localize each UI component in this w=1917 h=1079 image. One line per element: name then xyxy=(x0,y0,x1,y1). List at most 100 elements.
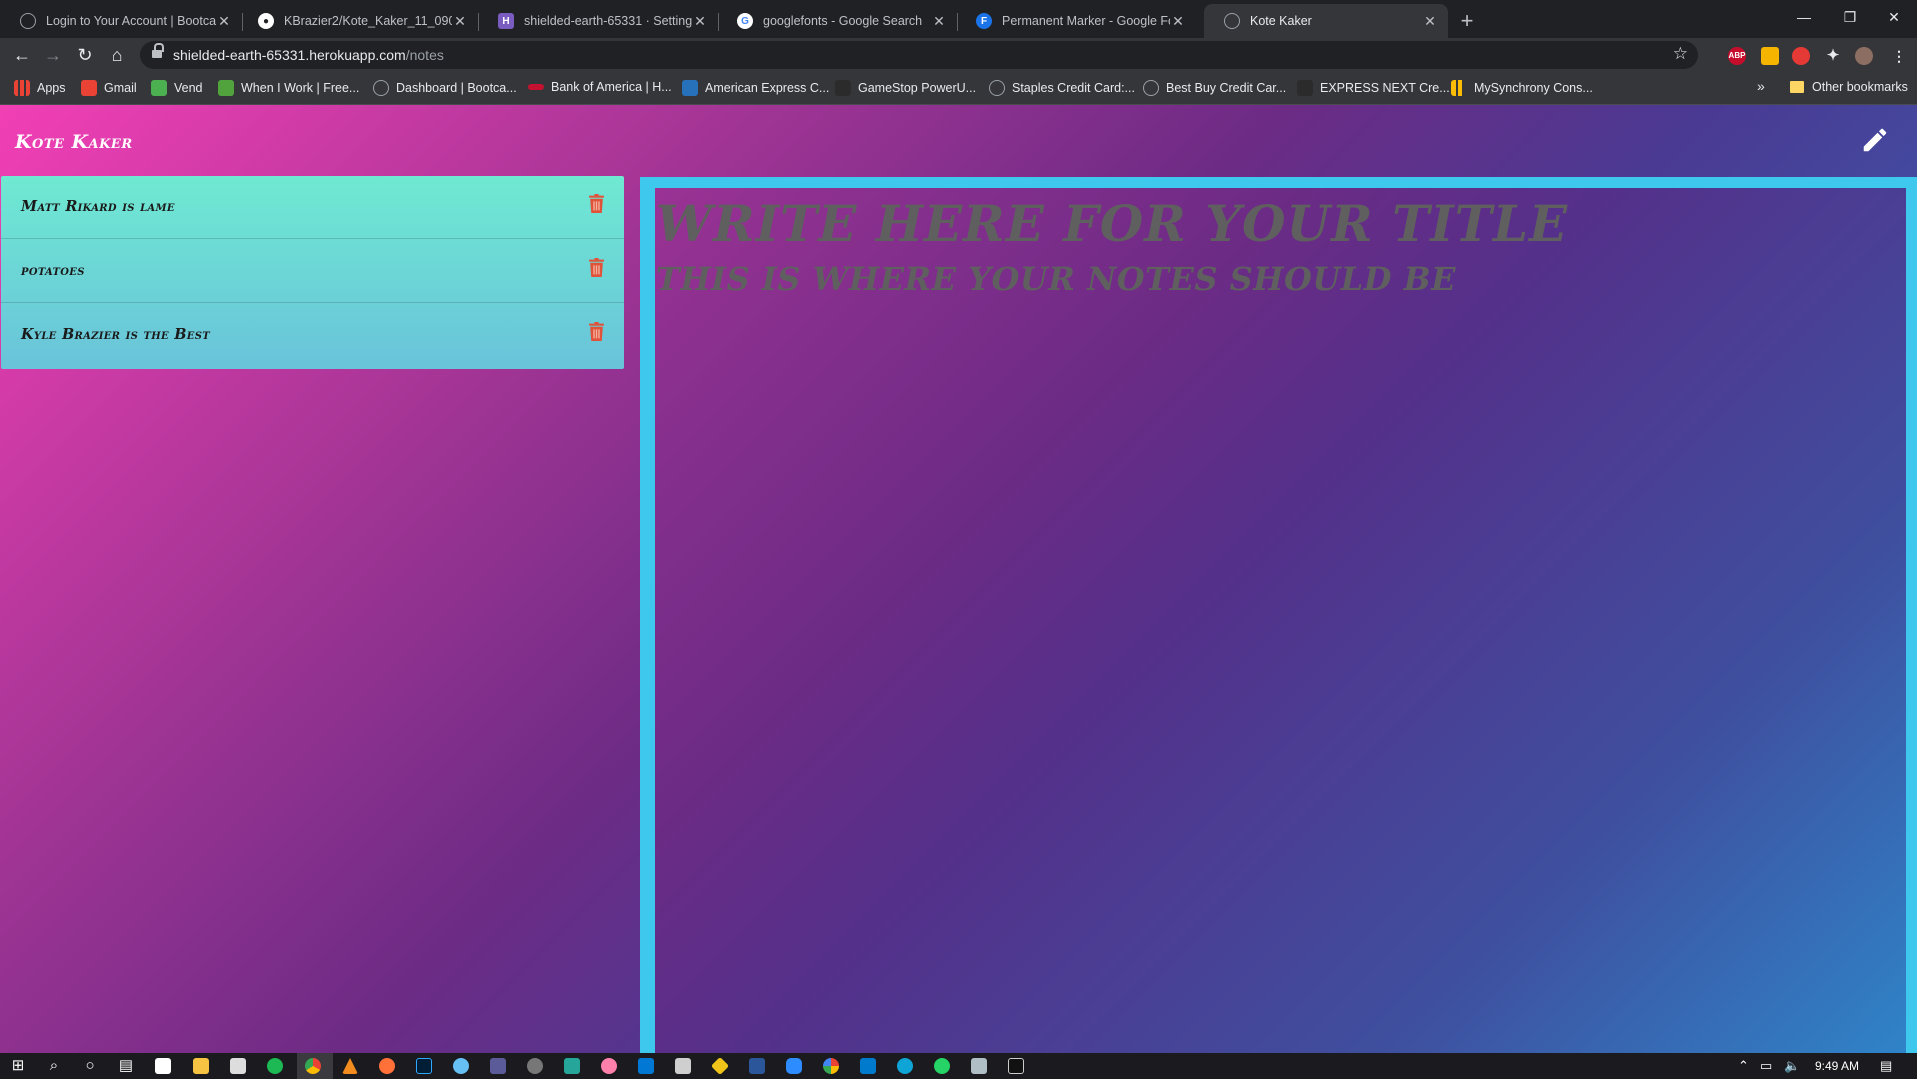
close-icon[interactable]: ✕ xyxy=(1422,13,1438,30)
taskbar-clock[interactable]: 9:49 AM xyxy=(1815,1059,1859,1073)
tab-google-fonts[interactable]: F Permanent Marker - Google Font ✕ xyxy=(956,4,1196,38)
home-button[interactable]: ⌂ xyxy=(103,41,131,69)
bookmark-amex[interactable]: American Express C... xyxy=(682,80,829,96)
close-icon[interactable]: ✕ xyxy=(931,13,947,30)
photos-icon[interactable] xyxy=(230,1058,246,1074)
task-view-icon[interactable]: ▤ xyxy=(116,1056,136,1076)
app-icon[interactable] xyxy=(527,1058,543,1074)
file-explorer-icon[interactable] xyxy=(193,1058,209,1074)
firefox-icon[interactable] xyxy=(379,1058,395,1074)
bookmark-bestbuy[interactable]: Best Buy Credit Car... xyxy=(1143,80,1286,96)
bookmark-label: Vend xyxy=(174,81,203,95)
extension-yellow-icon[interactable] xyxy=(1761,47,1779,65)
list-item[interactable]: Kyle Brazier is the Best xyxy=(1,304,624,367)
profile-avatar[interactable] xyxy=(1855,47,1873,65)
window-close-button[interactable]: ✕ xyxy=(1871,0,1917,34)
list-item[interactable]: potatoes xyxy=(1,240,624,303)
menu-kebab-icon[interactable]: ⋮ xyxy=(1890,47,1908,65)
lock-icon xyxy=(152,43,164,60)
trash-icon[interactable] xyxy=(589,194,604,213)
network-icon[interactable]: ▭ xyxy=(1760,1058,1772,1074)
volume-icon[interactable]: 🔈 xyxy=(1784,1058,1800,1074)
close-icon[interactable]: ✕ xyxy=(216,13,232,30)
vlc-icon[interactable] xyxy=(342,1058,358,1074)
bookmark-star-icon[interactable]: ☆ xyxy=(1673,44,1688,64)
tab-heroku-settings[interactable]: H shielded-earth-65331 · Settings | ✕ xyxy=(478,4,718,38)
bookmark-staples[interactable]: Staples Credit Card:... xyxy=(989,80,1135,96)
bookmark-label: Apps xyxy=(37,81,66,95)
close-icon[interactable]: ✕ xyxy=(452,13,468,30)
app-icon[interactable] xyxy=(675,1058,691,1074)
bookmark-vend[interactable]: Vend xyxy=(151,80,203,96)
app-icon[interactable] xyxy=(564,1058,580,1074)
trash-icon[interactable] xyxy=(589,322,604,341)
close-icon[interactable]: ✕ xyxy=(692,13,708,30)
bookmarks-bar: Apps Gmail Vend When I Work | Free... Da… xyxy=(0,72,1917,105)
more-bookmarks-chevron-icon[interactable]: » xyxy=(1757,78,1765,94)
tab-bootcamp-login[interactable]: Login to Your Account | Bootcam ✕ xyxy=(0,4,242,38)
note-title-input[interactable] xyxy=(656,194,1656,253)
bookmark-label: Best Buy Credit Car... xyxy=(1166,81,1287,95)
chrome-icon[interactable] xyxy=(305,1058,321,1074)
other-bookmarks[interactable]: Other bookmarks xyxy=(1790,80,1908,94)
bookmark-wheniwork[interactable]: When I Work | Free... xyxy=(218,80,359,96)
bookmark-apps[interactable]: Apps xyxy=(14,80,66,96)
trash-icon[interactable] xyxy=(589,258,604,277)
whatsapp-icon[interactable] xyxy=(934,1058,950,1074)
steam-icon[interactable] xyxy=(453,1058,469,1074)
cortana-icon[interactable]: ○ xyxy=(80,1056,100,1076)
bookmark-synchrony[interactable]: MySynchrony Cons... xyxy=(1451,80,1593,96)
adblock-plus-icon[interactable]: ABP xyxy=(1728,47,1746,65)
notifications-icon[interactable]: ▤ xyxy=(1880,1058,1892,1074)
zoom-icon[interactable] xyxy=(786,1058,802,1074)
tab-title: shielded-earth-65331 · Settings | xyxy=(524,14,692,28)
bookmark-label: GameStop PowerU... xyxy=(858,81,977,95)
notes-list: Matt Rikard is lame potatoes Kyle Brazie… xyxy=(1,176,624,369)
edge-icon[interactable] xyxy=(897,1058,913,1074)
close-icon[interactable]: ✕ xyxy=(1170,13,1186,30)
address-bar[interactable]: shielded-earth-65331.herokuapp.com/notes… xyxy=(140,41,1698,69)
photoshop-icon[interactable] xyxy=(416,1058,432,1074)
amex-icon xyxy=(682,80,698,96)
vend-icon xyxy=(151,80,167,96)
store-icon[interactable] xyxy=(155,1058,171,1074)
tab-kote-kaker[interactable]: Kote Kaker ✕ xyxy=(1204,4,1448,38)
tab-title: Permanent Marker - Google Font xyxy=(1002,14,1170,28)
bookmark-gmail[interactable]: Gmail xyxy=(81,80,137,96)
minimize-button[interactable]: — xyxy=(1781,0,1827,34)
git-icon[interactable] xyxy=(710,1056,730,1076)
app-icon[interactable] xyxy=(971,1058,987,1074)
puzzle-extensions-icon[interactable]: ✦ xyxy=(1824,47,1842,65)
tab-github[interactable]: ● KBrazier2/Kote_Kaker_11_090620 ✕ xyxy=(238,4,478,38)
gamestop-icon xyxy=(835,80,851,96)
extension-red-icon[interactable] xyxy=(1792,47,1810,65)
bookmark-express[interactable]: EXPRESS NEXT Cre... xyxy=(1297,80,1450,96)
search-icon[interactable]: ⌕ xyxy=(44,1056,64,1076)
url-host: shielded-earth-65331.herokuapp.com xyxy=(173,47,406,63)
mail-icon[interactable] xyxy=(638,1058,654,1074)
globe-icon xyxy=(1224,13,1240,29)
new-tab-button[interactable]: + xyxy=(1454,8,1480,34)
tab-google-search[interactable]: G googlefonts - Google Search ✕ xyxy=(717,4,957,38)
globe-icon xyxy=(1143,80,1159,96)
reload-button[interactable]: ↻ xyxy=(71,41,99,69)
vscode-icon[interactable] xyxy=(860,1058,876,1074)
word-icon[interactable] xyxy=(749,1058,765,1074)
restore-button[interactable]: ❐ xyxy=(1827,0,1873,34)
app-icon[interactable] xyxy=(601,1058,617,1074)
bookmark-gamestop[interactable]: GameStop PowerU... xyxy=(835,80,976,96)
note-body-textarea[interactable] xyxy=(656,260,1656,320)
list-item[interactable]: Matt Rikard is lame xyxy=(1,176,624,239)
bookmark-bofa[interactable]: Bank of America | H... xyxy=(528,80,672,94)
bookmark-dashboard[interactable]: Dashboard | Bootca... xyxy=(373,80,517,96)
windows-start-icon[interactable]: ⊞ xyxy=(8,1056,28,1076)
show-hidden-icons-chevron-icon[interactable]: ⌃ xyxy=(1738,1058,1749,1074)
forward-button[interactable]: → xyxy=(39,41,67,69)
app-icon[interactable] xyxy=(823,1058,839,1074)
app-brand[interactable]: Kote Kaker xyxy=(15,131,133,153)
spotify-icon[interactable] xyxy=(267,1058,283,1074)
new-note-pencil-icon[interactable] xyxy=(1860,125,1890,155)
back-button[interactable]: ← xyxy=(8,41,36,69)
app-icon[interactable] xyxy=(490,1058,506,1074)
terminal-icon[interactable] xyxy=(1008,1058,1024,1074)
